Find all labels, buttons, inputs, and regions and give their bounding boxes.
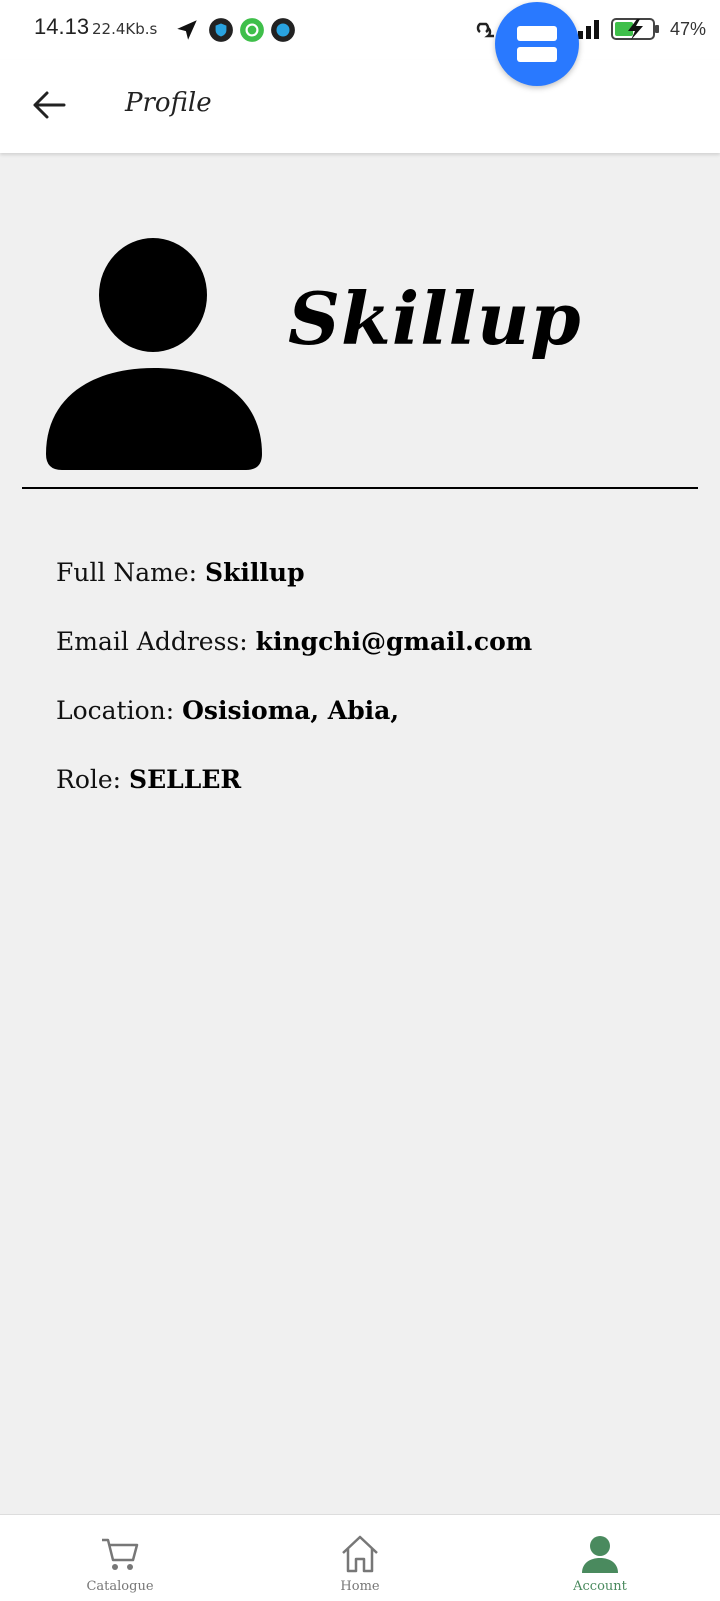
nav-item-catalogue[interactable]: Catalogue bbox=[0, 1515, 240, 1601]
nav-item-home[interactable]: Home bbox=[240, 1515, 480, 1601]
full-name-label: Full Name: bbox=[56, 558, 198, 587]
status-bar: 14.13 22.4Kb.s 47% bbox=[0, 0, 720, 60]
nav-label-home: Home bbox=[340, 1579, 380, 1594]
detail-full-name: Full Name: Skillup bbox=[56, 558, 305, 587]
profile-name: Skillup bbox=[288, 276, 582, 361]
role-value: SELLER bbox=[129, 765, 242, 794]
page-title: Profile bbox=[125, 88, 212, 118]
status-right-group: 47% bbox=[576, 16, 706, 42]
location-arrow-icon bbox=[177, 20, 197, 40]
detail-location: Location: Osisioma, Abia, bbox=[56, 696, 399, 725]
battery-charging-icon bbox=[610, 18, 659, 40]
back-button[interactable] bbox=[26, 82, 72, 128]
menu-bar-top bbox=[517, 26, 557, 41]
vpn-shield-icon bbox=[209, 18, 233, 42]
nav-label-account: Account bbox=[573, 1579, 627, 1594]
whatsapp-icon bbox=[271, 18, 295, 42]
app-notification-icon bbox=[240, 18, 264, 42]
email-value: kingchi@gmail.com bbox=[255, 627, 533, 656]
full-name-value: Skillup bbox=[205, 558, 305, 587]
bottom-navigation: Catalogue Home Account bbox=[0, 1514, 720, 1601]
home-icon bbox=[342, 1535, 378, 1573]
avatar-icon bbox=[46, 238, 262, 470]
detail-role: Role: SELLER bbox=[56, 765, 241, 794]
menu-bar-bottom bbox=[517, 47, 557, 62]
nav-label-catalogue: Catalogue bbox=[86, 1579, 154, 1594]
role-label: Role: bbox=[56, 765, 122, 794]
detail-email: Email Address: kingchi@gmail.com bbox=[56, 627, 532, 656]
app-bar: Profile bbox=[0, 60, 720, 153]
divider bbox=[22, 487, 698, 489]
status-network-speed: 22.4Kb.s bbox=[92, 20, 158, 38]
email-label: Email Address: bbox=[56, 627, 248, 656]
battery-percent: 47% bbox=[669, 18, 706, 39]
nav-item-account[interactable]: Account bbox=[480, 1515, 720, 1601]
arrow-back-icon bbox=[33, 91, 66, 119]
location-value: Osisioma, Abia, bbox=[182, 696, 400, 725]
cart-icon bbox=[102, 1538, 139, 1570]
account-icon bbox=[582, 1536, 618, 1573]
floating-menu-button[interactable] bbox=[495, 2, 579, 86]
signal-icon bbox=[577, 20, 599, 39]
location-label: Location: bbox=[56, 696, 175, 725]
status-time: 14.13 bbox=[34, 14, 90, 39]
